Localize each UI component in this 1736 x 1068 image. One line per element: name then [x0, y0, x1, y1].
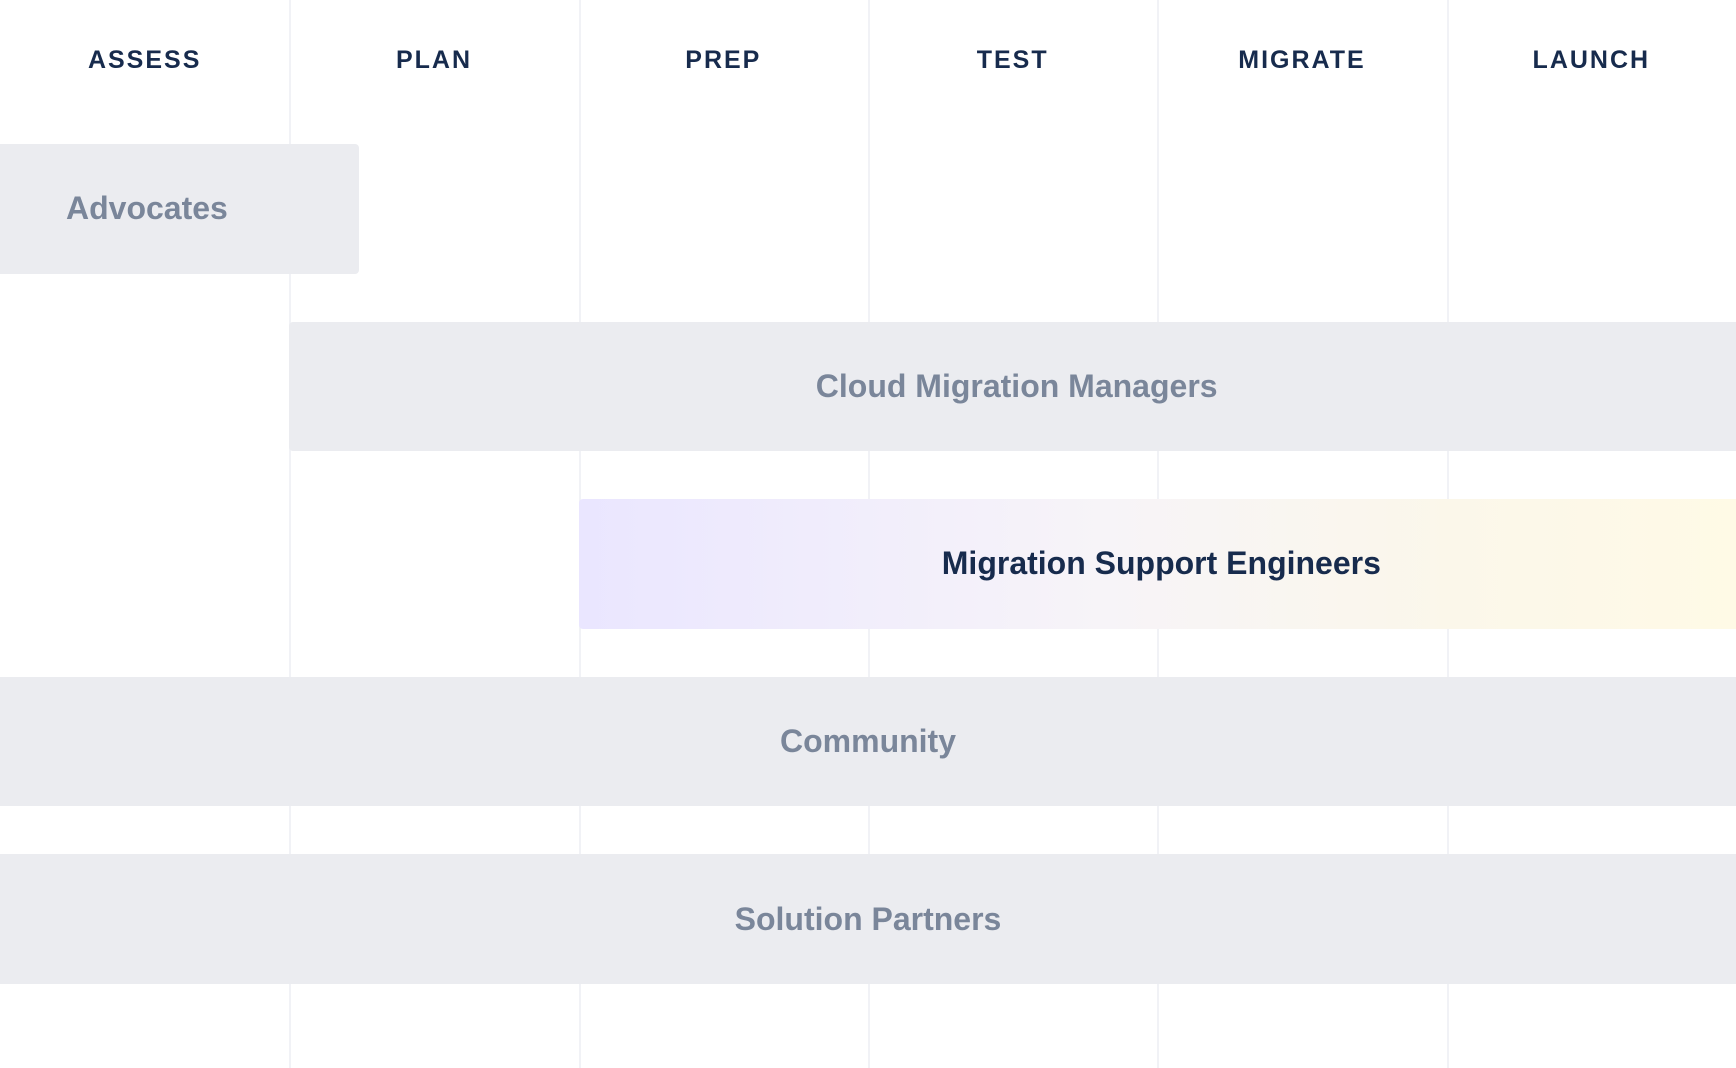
bar-label: Community [780, 723, 956, 760]
phase-header-plan: PLAN [289, 0, 578, 120]
bar-community: Community [0, 677, 1736, 807]
bar-cloud-migration-managers: Cloud Migration Managers [289, 322, 1736, 452]
phase-header-prep: PREP [579, 0, 868, 120]
bar-label: Solution Partners [735, 901, 1002, 938]
bar-label: Advocates [66, 190, 228, 227]
bar-label: Migration Support Engineers [942, 545, 1381, 582]
phase-grid: ASSESS PLAN PREP TEST MIGRATE LAUNCH Adv… [0, 0, 1736, 1068]
phase-header-launch: LAUNCH [1447, 0, 1736, 120]
phase-header-migrate: MIGRATE [1157, 0, 1446, 120]
bar-advocates: Advocates [0, 144, 359, 274]
phase-header-test: TEST [868, 0, 1157, 120]
bar-migration-support-engineers: Migration Support Engineers [579, 499, 1736, 629]
bar-solution-partners: Solution Partners [0, 854, 1736, 984]
bar-label: Cloud Migration Managers [816, 368, 1218, 405]
migration-phases-chart: ASSESS PLAN PREP TEST MIGRATE LAUNCH Adv… [0, 0, 1736, 1068]
phase-header-assess: ASSESS [0, 0, 289, 120]
